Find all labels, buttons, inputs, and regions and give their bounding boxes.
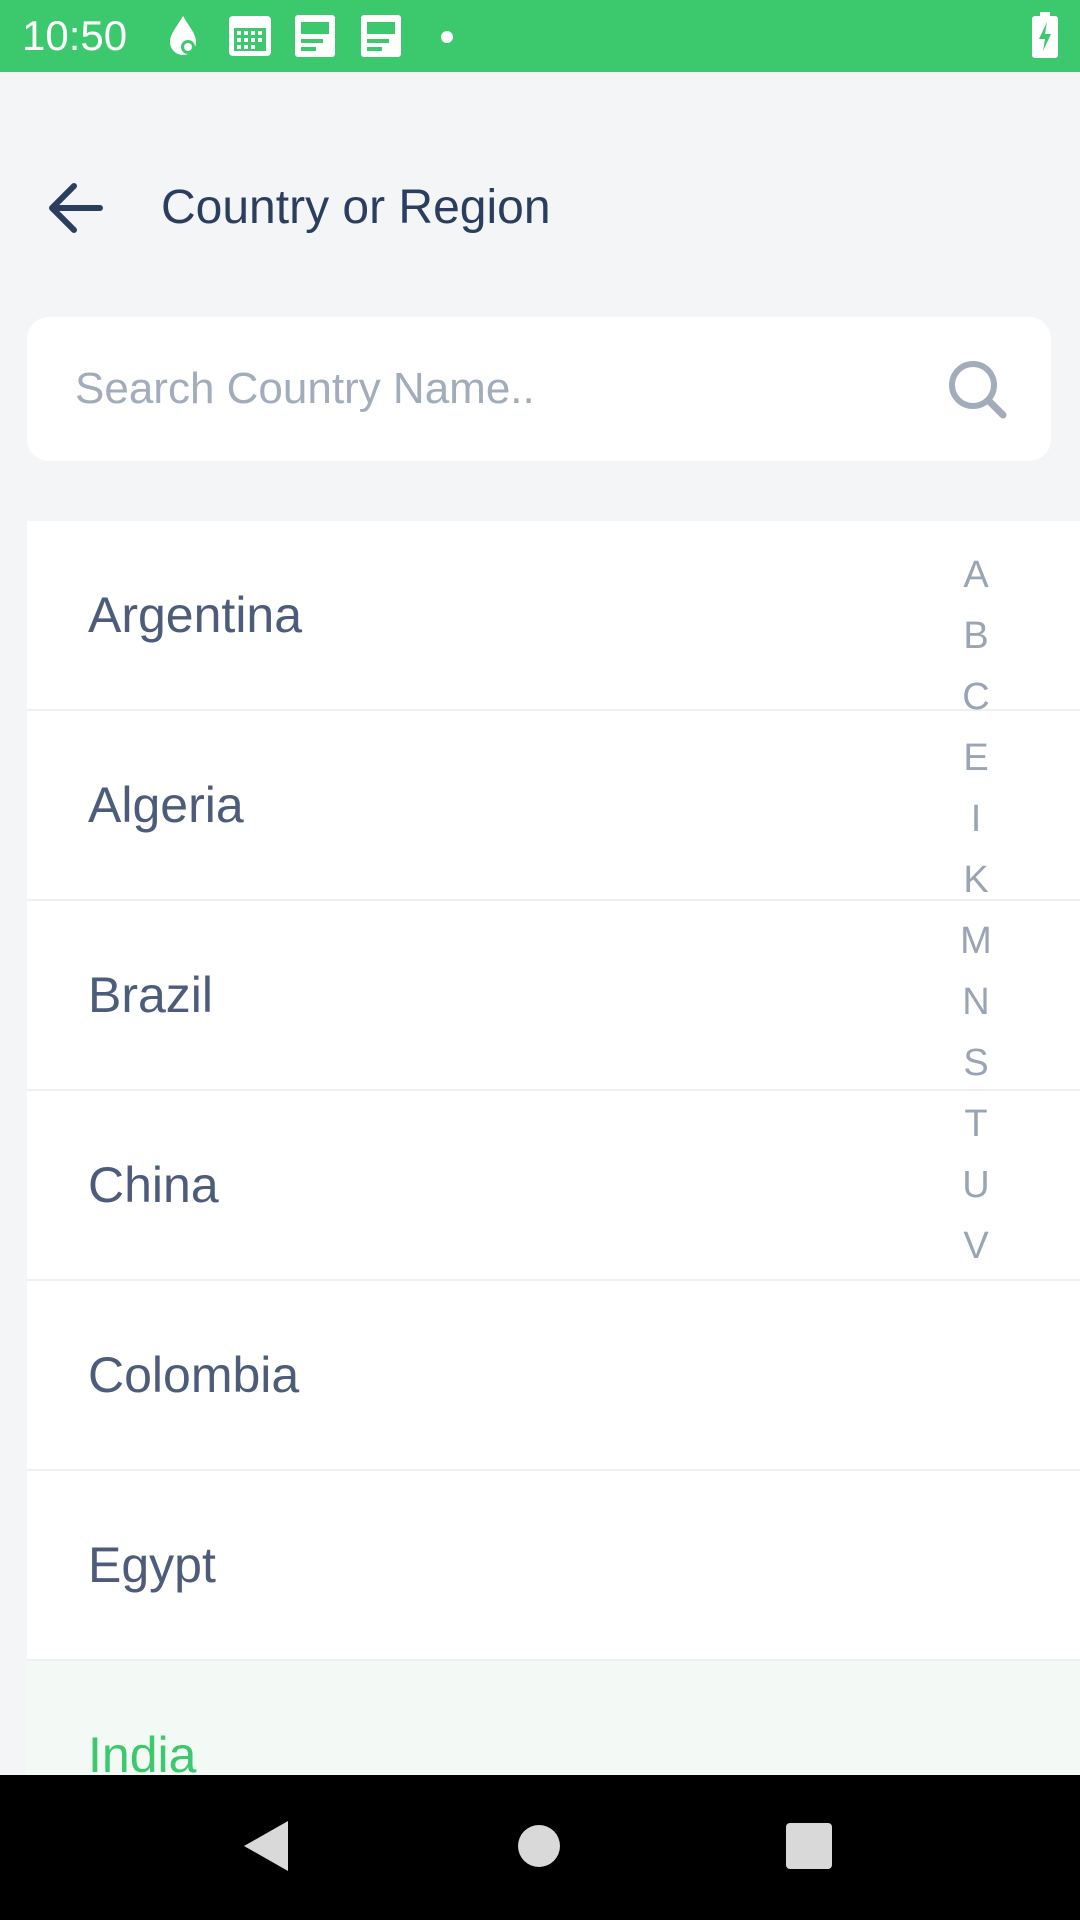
alpha-index-letter[interactable]: K (940, 850, 1012, 911)
alpha-index-letter[interactable]: B (940, 606, 1012, 667)
alpha-index-letter[interactable]: U (940, 1155, 1012, 1216)
list-item[interactable]: Colombia (27, 1281, 1080, 1471)
status-time: 10:50 (22, 12, 128, 59)
document-icon (360, 14, 402, 63)
dot-icon (440, 30, 454, 49)
alpha-index-letter[interactable]: I (940, 789, 1012, 850)
list-item[interactable]: Brazil (27, 901, 1080, 1091)
alpha-index-letter[interactable]: E (940, 728, 1012, 789)
search-input[interactable] (75, 353, 935, 425)
header: Country or Region (0, 72, 1080, 312)
list-item-selected[interactable]: India (27, 1661, 1080, 1775)
home-circle-icon[interactable] (494, 1801, 584, 1891)
document-icon (294, 14, 336, 63)
search-box (27, 317, 1051, 461)
notification-drop-icon (166, 14, 200, 63)
alpha-index-letter[interactable]: N (940, 972, 1012, 1033)
page-title: Country or Region (161, 181, 551, 234)
search-icon[interactable] (945, 357, 1009, 421)
country-name: Colombia (88, 1347, 300, 1403)
country-name: Brazil (88, 967, 214, 1023)
calendar-icon (228, 14, 272, 63)
back-button[interactable] (36, 168, 116, 248)
alpha-index-letter[interactable]: S (940, 1033, 1012, 1094)
alpha-index-letter[interactable]: T (940, 1094, 1012, 1155)
navigation-bar (0, 1775, 1080, 1920)
list-item[interactable]: China (27, 1091, 1080, 1281)
country-name: Egypt (88, 1537, 216, 1593)
back-triangle-icon[interactable] (222, 1801, 312, 1891)
country-list: Argentina Algeria Brazil China Colombia … (27, 521, 1080, 1775)
country-name: Argentina (88, 587, 303, 643)
list-item[interactable]: Egypt (27, 1471, 1080, 1661)
alpha-index-letter[interactable]: C (940, 667, 1012, 728)
status-bar: 10:50 (0, 0, 1080, 72)
alpha-index-letter[interactable]: V (940, 1216, 1012, 1277)
alpha-index-letter[interactable]: M (940, 911, 1012, 972)
country-name: China (88, 1157, 219, 1213)
country-name: Algeria (88, 777, 244, 833)
battery-charging-icon (1032, 12, 1058, 63)
recents-square-icon[interactable] (764, 1801, 854, 1891)
country-name: India (88, 1727, 197, 1775)
list-item[interactable]: Argentina (27, 521, 1080, 711)
list-item[interactable]: Algeria (27, 711, 1080, 901)
alphabet-index: A B C E I K M N S T U V (940, 545, 1012, 1277)
arrow-left-icon (36, 183, 116, 252)
alpha-index-letter[interactable]: A (940, 545, 1012, 606)
